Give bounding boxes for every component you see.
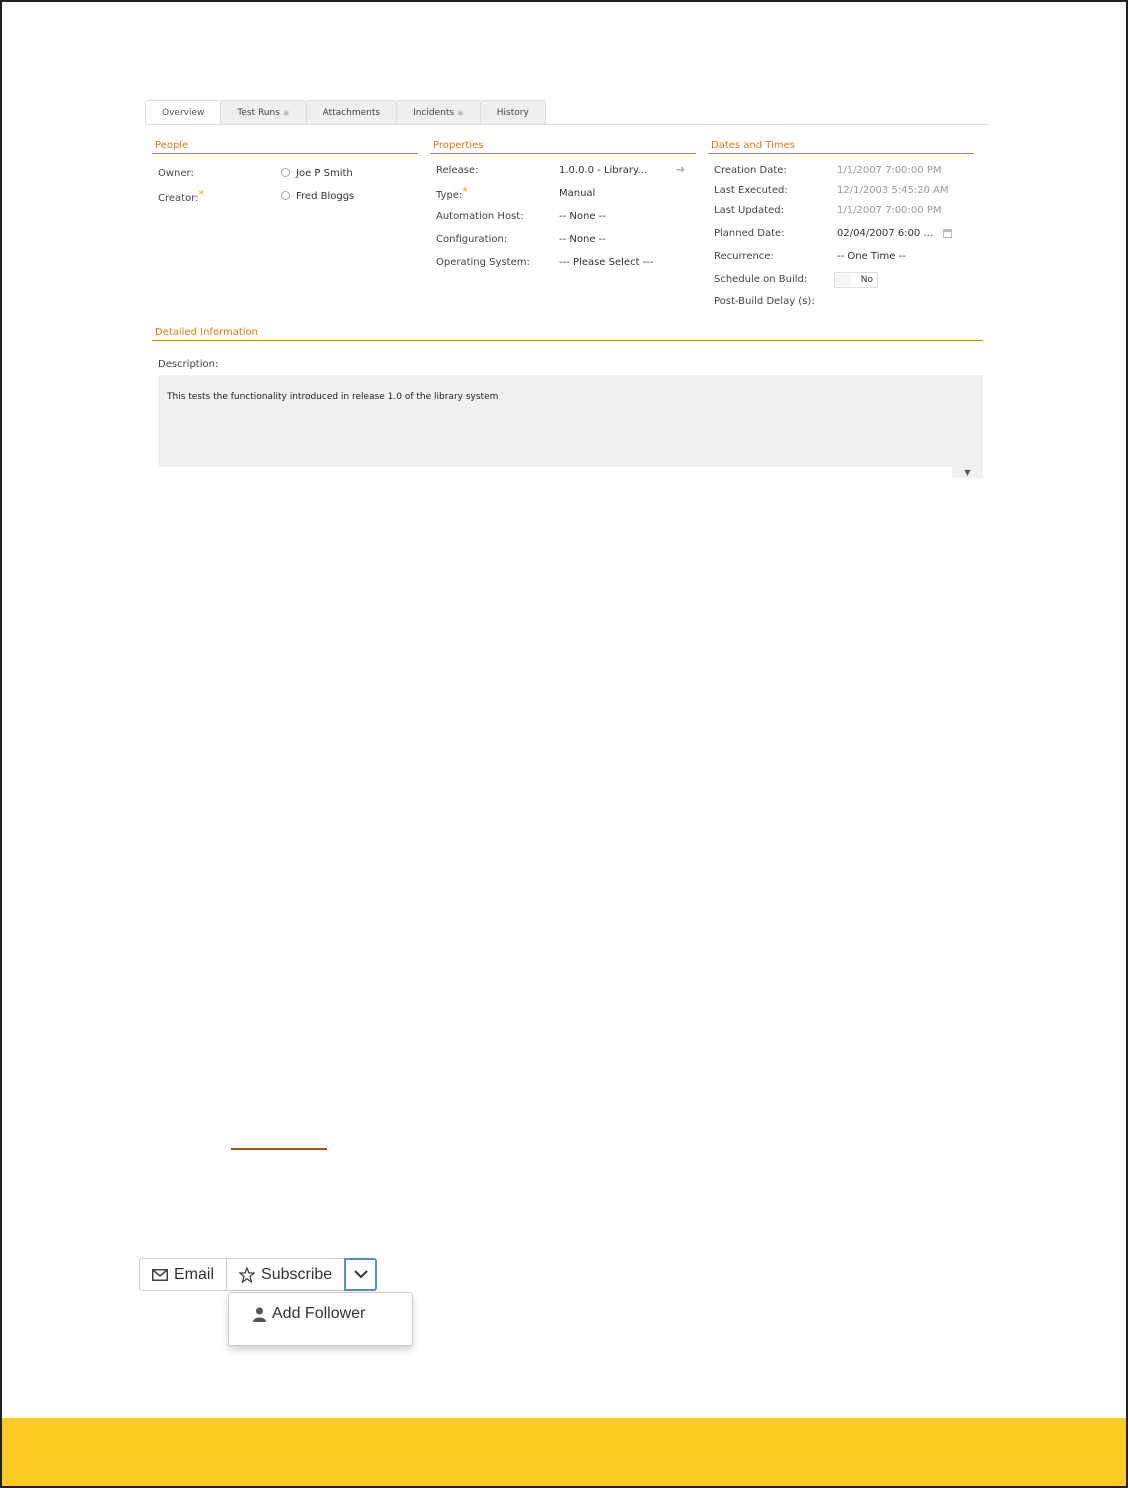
creator-field[interactable]: Fred Bloggs [281, 191, 354, 202]
automation-host-label: Automation Host: [436, 211, 524, 222]
schedule-on-build-toggle[interactable]: No [834, 272, 878, 288]
calendar-icon[interactable] [943, 229, 952, 238]
configuration-field[interactable]: -- None -- [559, 234, 606, 245]
planned-date-label: Planned Date: [714, 228, 785, 239]
detailed-section-title: Detailed Information [152, 327, 983, 341]
creation-date-label: Creation Date: [714, 165, 787, 176]
toggle-knob [836, 274, 850, 286]
people-section-title: People [152, 140, 418, 154]
user-icon [253, 1307, 266, 1322]
arrow-right-icon[interactable]: ➜ [676, 163, 685, 176]
tab-incidents[interactable]: Incidents ✱ [396, 100, 481, 125]
type-label: Type:* [436, 185, 468, 201]
asterisk-icon: ✱ [282, 108, 290, 118]
owner-field[interactable]: Joe P Smith [281, 168, 353, 179]
description-editor[interactable]: This tests the functionality introduced … [158, 375, 983, 467]
tab-divider [145, 124, 989, 125]
radio-icon [281, 168, 290, 177]
add-follower-menu-item[interactable]: Add Follower [253, 1305, 365, 1323]
tab-overview[interactable]: Overview [145, 100, 222, 125]
release-field[interactable]: 1.0.0.0 - Library... [559, 165, 647, 176]
subscribe-button[interactable]: Subscribe [226, 1258, 346, 1291]
description-label: Description: [158, 359, 219, 370]
owner-label: Owner: [158, 168, 194, 179]
tab-bar: Overview Test Runs ✱ Attachments Incident… [145, 100, 546, 125]
caret-down-icon[interactable]: ▼ [952, 467, 983, 478]
os-label: Operating System: [436, 257, 530, 268]
last-updated-value: 1/1/2007 7:00:00 PM [837, 205, 942, 216]
os-field[interactable]: --- Please Select --- [559, 257, 654, 268]
dates-section-title: Dates and Times [708, 140, 974, 154]
divider-line [231, 1148, 327, 1150]
page: Overview Test Runs ✱ Attachments Incident… [0, 0, 1128, 1488]
creation-date-value: 1/1/2007 7:00:00 PM [837, 165, 942, 176]
last-executed-label: Last Executed: [714, 185, 788, 196]
last-updated-label: Last Updated: [714, 205, 784, 216]
action-button-group: Email Subscribe [139, 1258, 378, 1291]
configuration-label: Configuration: [436, 234, 508, 245]
star-icon [239, 1266, 256, 1283]
schedule-on-build-label: Schedule on Build: [714, 274, 808, 285]
planned-date-field[interactable]: 02/04/2007 6:00 ... [837, 228, 933, 239]
asterisk-icon: ✱ [457, 108, 464, 118]
radio-icon [281, 191, 290, 200]
email-button[interactable]: Email [139, 1258, 228, 1291]
post-build-delay-label: Post-Build Delay (s): [714, 296, 815, 307]
release-label: Release: [436, 165, 479, 176]
tab-test-runs[interactable]: Test Runs ✱ [220, 100, 307, 125]
chevron-down-icon [353, 1266, 368, 1284]
subscribe-dropdown-menu: Add Follower [228, 1292, 413, 1346]
creator-label: Creator:* [158, 188, 204, 204]
footer-bar [2, 1418, 1126, 1486]
automation-host-field[interactable]: -- None -- [559, 211, 606, 222]
properties-section-title: Properties [430, 140, 696, 154]
type-field[interactable]: Manual [559, 188, 595, 199]
subscribe-dropdown-toggle[interactable] [344, 1258, 378, 1291]
tab-history[interactable]: History [479, 100, 546, 125]
tab-attachments[interactable]: Attachments [305, 100, 398, 125]
recurrence-label: Recurrence: [714, 251, 774, 262]
recurrence-field[interactable]: -- One Time -- [837, 251, 906, 262]
last-executed-value: 12/1/2003 5:45:20 AM [837, 185, 949, 196]
envelope-icon [152, 1268, 168, 1281]
